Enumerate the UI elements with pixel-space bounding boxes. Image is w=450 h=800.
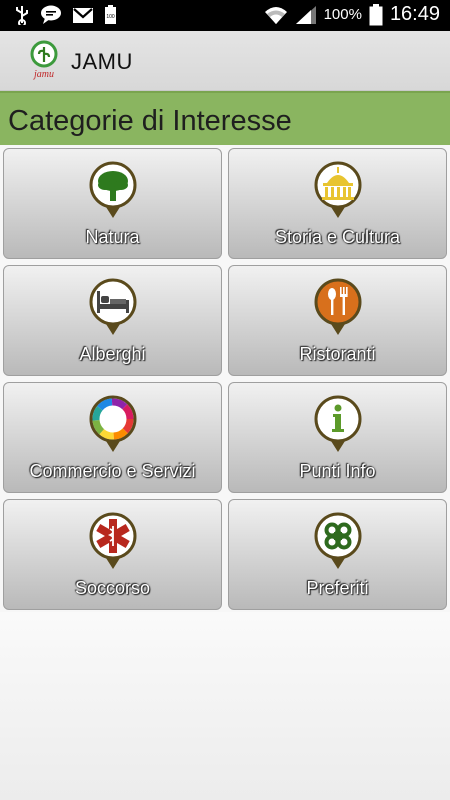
section-header: Categorie di Interesse bbox=[0, 91, 450, 145]
category-label: Storia e Cultura bbox=[274, 227, 401, 247]
category-label: Natura bbox=[85, 227, 140, 247]
category-label: Preferiti bbox=[306, 578, 369, 598]
app-bar: jamu JAMU bbox=[0, 31, 450, 91]
category-soccorso-button[interactable]: Soccorso bbox=[3, 499, 222, 610]
category-label: Soccorso bbox=[74, 578, 151, 598]
svg-text:100: 100 bbox=[106, 14, 115, 20]
color-wheel-icon bbox=[89, 395, 136, 452]
battery-full-small-icon: 100 bbox=[105, 5, 116, 24]
battery-percent: 100% bbox=[323, 6, 362, 23]
monument-icon bbox=[314, 161, 361, 218]
category-natura-button[interactable]: Natura bbox=[3, 148, 222, 259]
category-label: Commercio e Servizi bbox=[29, 461, 196, 481]
battery-icon bbox=[369, 3, 383, 25]
clock: 16:49 bbox=[389, 3, 440, 25]
category-label: Alberghi bbox=[79, 344, 146, 364]
clover-icon bbox=[314, 512, 361, 569]
category-punti-info-button[interactable]: Punti Info bbox=[228, 382, 447, 493]
bed-icon bbox=[89, 278, 136, 335]
status-bar: 100 100% 16:49 bbox=[0, 0, 450, 31]
medical-star-icon bbox=[89, 512, 136, 569]
wifi-icon bbox=[264, 6, 287, 24]
signal-icon bbox=[295, 5, 316, 24]
category-preferiti-button[interactable]: Preferiti bbox=[228, 499, 447, 610]
category-label: Punti Info bbox=[299, 461, 376, 481]
category-alberghi-button[interactable]: Alberghi bbox=[3, 265, 222, 376]
content-background bbox=[0, 612, 450, 800]
jamu-logo-icon[interactable]: jamu bbox=[26, 40, 62, 80]
tree-icon bbox=[89, 161, 136, 218]
fork-spoon-icon bbox=[314, 278, 361, 335]
category-storia-button[interactable]: Storia e Cultura bbox=[228, 148, 447, 259]
app-title: JAMU bbox=[71, 49, 133, 74]
usb-icon bbox=[16, 6, 28, 25]
section-title: Categorie di Interesse bbox=[8, 105, 292, 137]
svg-text:jamu: jamu bbox=[32, 69, 54, 80]
category-label: Ristoranti bbox=[299, 344, 376, 364]
category-ristoranti-button[interactable]: Ristoranti bbox=[228, 265, 447, 376]
info-icon bbox=[314, 395, 361, 452]
category-commercio-button[interactable]: Commercio e Servizi bbox=[3, 382, 222, 493]
gmail-icon bbox=[73, 7, 93, 23]
chat-icon bbox=[41, 5, 61, 24]
